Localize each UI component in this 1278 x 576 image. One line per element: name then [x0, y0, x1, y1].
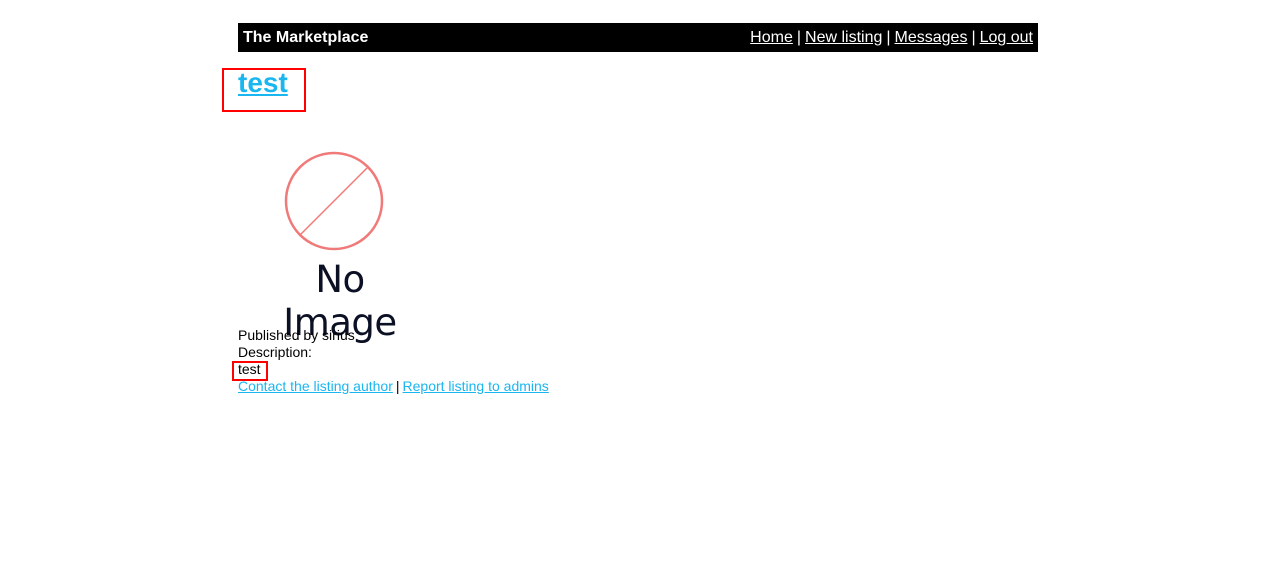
nav-separator: |	[971, 28, 976, 46]
nav-links: Home | New listing | Messages | Log out	[750, 29, 1033, 47]
top-nav-bar: The Marketplace Home | New listing | Message…	[238, 23, 1038, 52]
nav-separator: |	[886, 28, 891, 46]
nav-messages-link[interactable]: Messages	[895, 29, 968, 46]
report-listing-link[interactable]: Report listing to admins	[403, 378, 549, 394]
description-label: Description:	[238, 344, 312, 360]
no-image-placeholder: No Image	[255, 150, 425, 344]
nav-home-link[interactable]: Home	[750, 29, 793, 46]
links-separator: |	[395, 378, 400, 394]
nav-log-out-link[interactable]: Log out	[980, 29, 1033, 46]
listing-details: Published by sirius Description: test Co…	[238, 327, 549, 395]
nav-new-listing-link[interactable]: New listing	[805, 29, 882, 46]
page-container: The Marketplace Home | New listing | Message…	[238, 23, 1038, 52]
description-highlight-box	[232, 361, 268, 381]
listing-actions: Contact the listing author | Report listin…	[238, 378, 549, 395]
site-brand: The Marketplace	[243, 28, 369, 46]
published-by-text: Published by sirius	[238, 327, 355, 343]
listing-title-link[interactable]: test	[238, 67, 288, 99]
no-image-icon	[284, 151, 384, 251]
nav-separator: |	[796, 28, 802, 46]
